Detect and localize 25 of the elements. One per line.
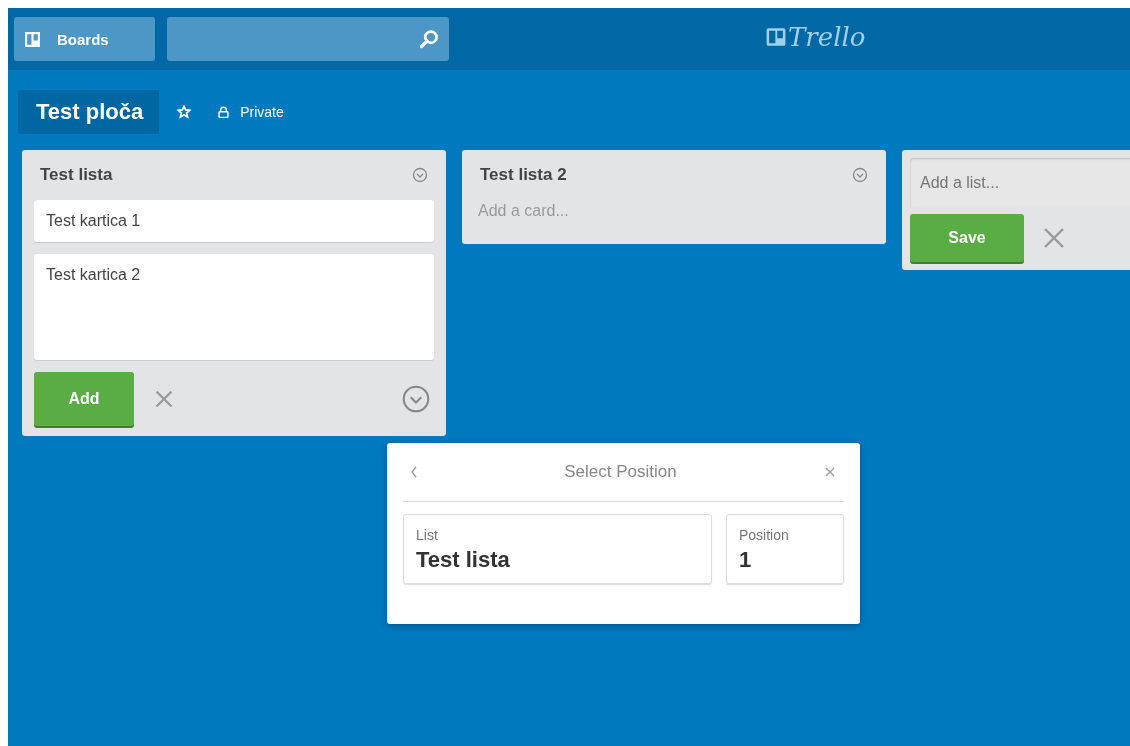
add-list-input[interactable]: Add a list...: [910, 158, 1130, 208]
lock-icon: [217, 105, 231, 119]
board-title[interactable]: Test ploča: [18, 90, 160, 134]
back-icon[interactable]: [409, 464, 419, 480]
logo-text: Trello: [788, 22, 866, 52]
star-icon[interactable]: [177, 105, 192, 119]
search-icon: [419, 29, 439, 49]
list-title: Test lista: [40, 165, 113, 185]
select-field[interactable]: List Test lista: [403, 514, 712, 584]
boards-icon: [24, 30, 41, 48]
boards-button[interactable]: Boards: [14, 17, 155, 61]
popover-title: Select Position: [564, 462, 677, 482]
logo-icon: [766, 27, 786, 47]
search-field[interactable]: [167, 17, 449, 61]
visibility-label: Private: [240, 104, 284, 120]
chevron-circle-icon[interactable]: [412, 167, 428, 183]
chevron-circle-icon[interactable]: [402, 385, 430, 413]
card-textarea[interactable]: Test kartica 2: [34, 254, 434, 360]
card[interactable]: Test kartica 1: [34, 200, 434, 242]
list-title: Test lista 2: [480, 165, 567, 185]
close-icon[interactable]: [1042, 226, 1066, 250]
select-field[interactable]: Position 1: [726, 514, 844, 584]
visibility-button[interactable]: Private: [217, 104, 284, 120]
close-icon[interactable]: [154, 389, 174, 409]
chevron-circle-icon[interactable]: [852, 167, 868, 183]
